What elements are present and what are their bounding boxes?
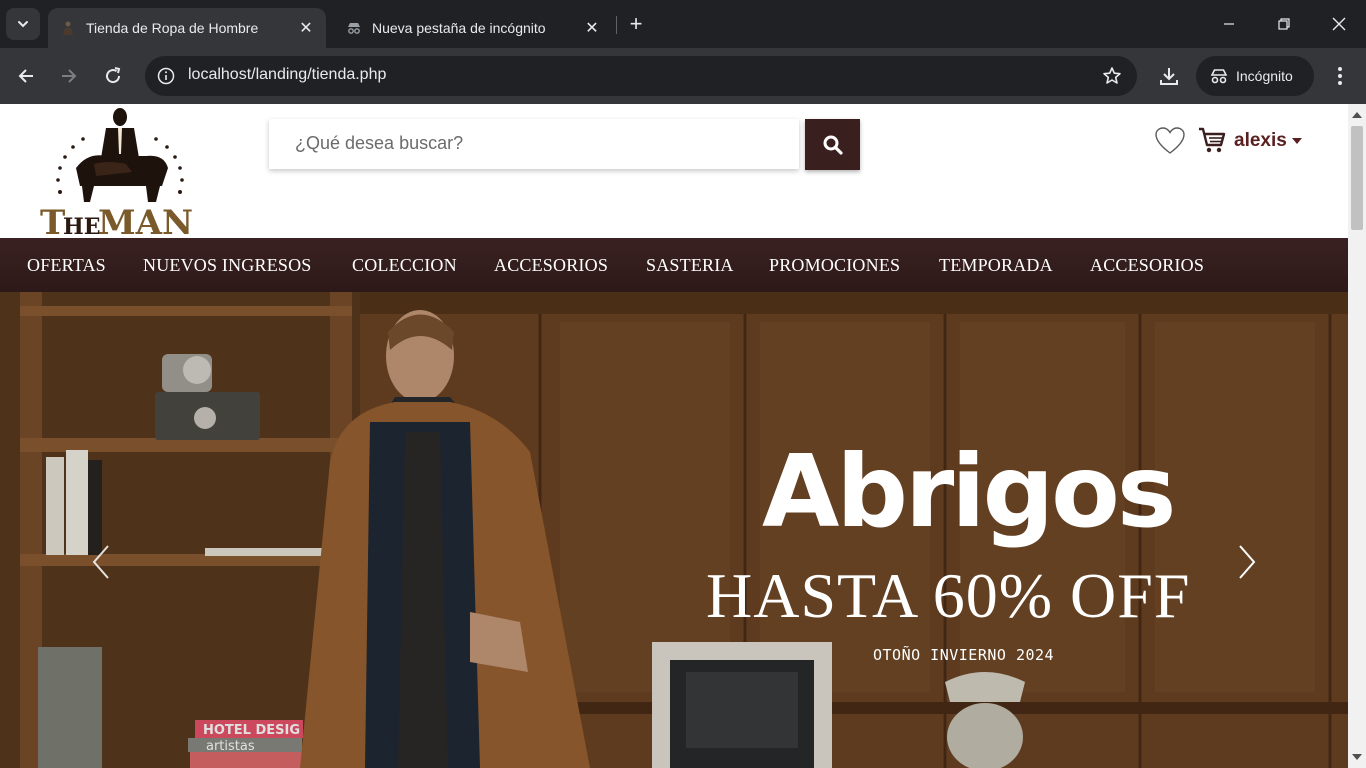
tab-title: Nueva pestaña de incógnito — [372, 20, 546, 36]
site-logo[interactable]: T HE MAN — [36, 106, 204, 243]
search-box — [269, 119, 799, 169]
arrow-left-icon — [18, 69, 33, 83]
bookmark-star-icon[interactable] — [1101, 65, 1123, 87]
tab-tienda[interactable]: Tienda de Ropa de Hombre ✕ — [48, 8, 326, 48]
more-vert-icon — [1338, 67, 1342, 85]
hero-season: OTOÑO INVIERNO 2024 — [873, 646, 1055, 664]
browser-tab-bar: Tienda de Ropa de Hombre ✕ Nueva pestaña… — [0, 0, 1366, 48]
site-info-icon[interactable] — [155, 65, 177, 87]
svg-text:MAN: MAN — [98, 203, 193, 236]
tab-incognito[interactable]: Nueva pestaña de incógnito ✕ — [334, 8, 612, 48]
nav-accesorios[interactable]: ACCESORIOS — [494, 255, 608, 276]
nav-temporada[interactable]: TEMPORADA — [939, 255, 1053, 276]
chevron-left-icon — [92, 545, 109, 579]
download-button[interactable] — [1154, 60, 1184, 92]
minimize-icon — [1224, 23, 1234, 25]
carousel-prev-button[interactable] — [90, 544, 114, 580]
close-tab-icon[interactable]: ✕ — [296, 18, 316, 38]
close-window-button[interactable] — [1312, 0, 1366, 48]
browser-menu-button[interactable] — [1326, 60, 1354, 92]
scroll-down-icon[interactable] — [1352, 754, 1362, 760]
hero-title: Abrigos — [762, 433, 1176, 550]
download-icon — [1160, 68, 1178, 85]
minimize-button[interactable] — [1202, 0, 1256, 48]
caret-down-icon — [1291, 138, 1302, 144]
address-bar[interactable]: localhost/landing/tienda.php — [145, 56, 1137, 96]
arrow-right-icon — [62, 69, 77, 83]
user-name: alexis — [1234, 130, 1287, 151]
nav-accesorios-2[interactable]: ACCESORIOS — [1090, 255, 1204, 276]
svg-text:HE: HE — [63, 214, 101, 236]
incognito-favicon-icon — [346, 20, 362, 36]
url-text[interactable]: localhost/landing/tienda.php — [188, 66, 386, 84]
carousel-next-button[interactable] — [1234, 544, 1258, 580]
tab-search-button[interactable] — [6, 8, 40, 40]
tab-title: Tienda de Ropa de Hombre — [86, 20, 259, 36]
tab-separator — [616, 16, 617, 34]
tuxedo-favicon-icon — [60, 20, 76, 36]
incognito-indicator[interactable]: Incógnito — [1196, 56, 1314, 96]
forward-button[interactable] — [53, 60, 85, 92]
new-tab-button[interactable]: + — [624, 11, 648, 36]
close-icon — [1332, 17, 1346, 31]
page-viewport: T HE MAN ¿Qué desea buscar? alexis OFERT… — [0, 104, 1348, 768]
nav-ofertas[interactable]: OFERTAS — [27, 255, 106, 276]
search-icon — [823, 135, 843, 155]
user-menu[interactable]: alexis — [1234, 130, 1302, 152]
chevron-down-icon — [18, 21, 28, 28]
nav-sasteria[interactable]: SASTERIA — [646, 255, 734, 276]
scroll-up-icon[interactable] — [1352, 112, 1362, 118]
nav-coleccion[interactable]: COLECCION — [352, 255, 457, 276]
reload-button[interactable] — [97, 60, 129, 92]
theman-logo-image: T HE MAN — [40, 108, 193, 243]
category-nav: OFERTAS NUEVOS INGRESOS COLECCION ACCESO… — [0, 238, 1348, 292]
incognito-icon — [1210, 69, 1228, 84]
restore-button[interactable] — [1257, 0, 1311, 48]
hero-carousel: HOTEL DESIG artistas Abrigos HASTA 60% O… — [0, 292, 1348, 768]
incognito-label: Incógnito — [1236, 68, 1293, 84]
svg-text:T: T — [40, 203, 65, 236]
search-button[interactable] — [805, 119, 860, 170]
restore-icon — [1278, 18, 1290, 30]
page-scrollbar[interactable] — [1348, 104, 1366, 768]
browser-toolbar: localhost/landing/tienda.php Incógnito — [0, 48, 1366, 104]
nav-nuevos-ingresos[interactable]: NUEVOS INGRESOS — [143, 255, 312, 276]
shopping-cart-icon[interactable] — [1198, 126, 1226, 154]
chevron-right-icon — [1239, 545, 1256, 579]
back-button[interactable] — [10, 60, 42, 92]
site-header: T HE MAN ¿Qué desea buscar? alexis — [0, 104, 1348, 243]
search-input[interactable] — [269, 119, 775, 167]
wishlist-heart-icon[interactable] — [1154, 126, 1186, 156]
close-tab-icon[interactable]: ✕ — [582, 18, 602, 38]
hero-subtitle: HASTA 60% OFF — [706, 560, 1191, 631]
scrollbar-thumb[interactable] — [1351, 126, 1363, 230]
nav-promociones[interactable]: PROMOCIONES — [769, 255, 900, 276]
reload-icon — [106, 67, 121, 84]
